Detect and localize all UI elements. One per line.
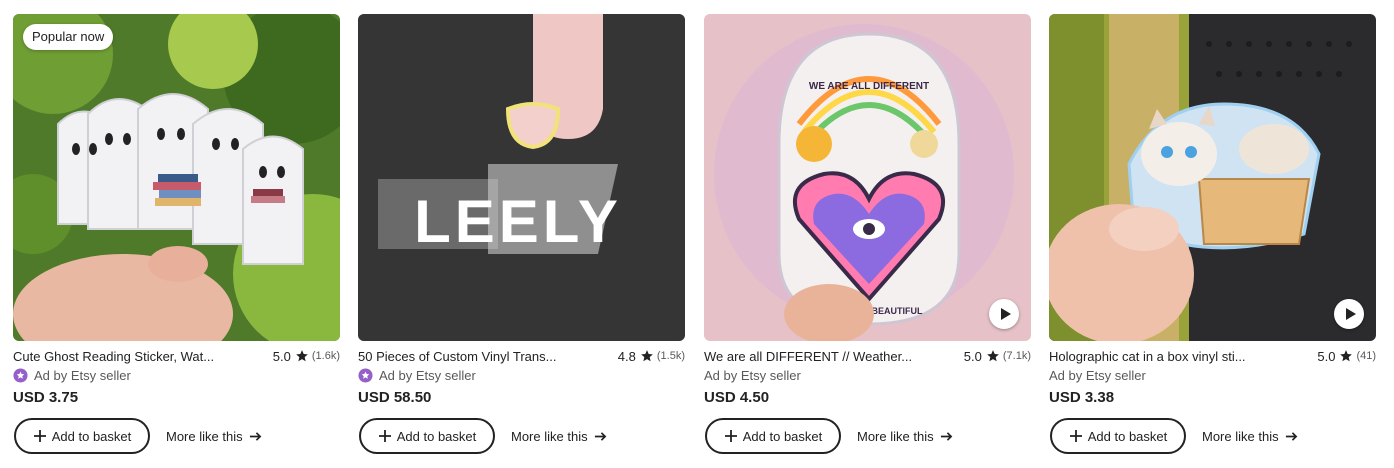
image-brand-text: LEELY <box>414 188 622 255</box>
title-rating-row: Holographic cat in a box vinyl sti... 5.… <box>1049 347 1376 365</box>
rating-value: 5.0 <box>1317 348 1336 364</box>
play-icon <box>1346 308 1356 320</box>
vinyl-transfer-photo: LEELY <box>358 14 685 341</box>
seller-label: Ad by Etsy seller <box>1049 367 1146 383</box>
listing-card[interactable]: LEELY 50 Pieces of Custom Vinyl Trans...… <box>358 14 685 464</box>
listing-title[interactable]: Cute Ghost Reading Sticker, Wat... <box>13 349 214 364</box>
plus-icon <box>1069 430 1082 442</box>
plus-icon <box>378 430 391 442</box>
listing-image[interactable] <box>1049 14 1376 341</box>
more-like-this-link[interactable]: More like this <box>511 426 607 446</box>
more-like-this-link[interactable]: More like this <box>1202 426 1298 446</box>
listing-image[interactable]: WE ARE ALL DIFFERENT AND THAT'S BEAUTIFU… <box>704 14 1031 341</box>
add-to-basket-label: Add to basket <box>1087 428 1168 444</box>
rating: 4.8 (1.5k) <box>618 349 685 364</box>
seller-label: Ad by Etsy seller <box>704 367 801 383</box>
add-to-basket-label: Add to basket <box>396 428 477 444</box>
rating: 5.0 (1.6k) <box>273 349 340 364</box>
seller-label: Ad by Etsy seller <box>34 367 131 383</box>
play-video-button[interactable] <box>989 299 1019 329</box>
review-count: (41) <box>1356 350 1376 362</box>
popular-now-badge: Popular now <box>23 24 114 50</box>
rating-value: 5.0 <box>963 348 982 364</box>
rating: 5.0 (7.1k) <box>964 349 1031 364</box>
title-rating-row: 50 Pieces of Custom Vinyl Trans... 4.8 (… <box>358 347 685 365</box>
ad-badge-icon <box>358 367 373 383</box>
title-rating-row: We are all DIFFERENT // Weather... 5.0 (… <box>704 347 1031 365</box>
listing-card[interactable]: Holographic cat in a box vinyl sti... 5.… <box>1049 14 1376 464</box>
review-count: (1.5k) <box>656 350 685 362</box>
arrow-right-icon <box>1285 431 1297 441</box>
title-rating-row: Cute Ghost Reading Sticker, Wat... 5.0 (… <box>13 347 340 365</box>
holographic-cat-photo <box>1049 14 1376 341</box>
review-count: (1.6k) <box>311 350 340 362</box>
star-icon <box>641 350 653 362</box>
ghost-sticker-photo <box>13 14 340 341</box>
arrow-right-icon <box>940 431 952 441</box>
plus-icon <box>33 430 46 442</box>
rating-value: 5.0 <box>272 348 291 364</box>
add-to-basket-button[interactable]: Add to basket <box>14 418 150 454</box>
plus-icon <box>724 430 737 442</box>
rating-value: 4.8 <box>617 348 636 364</box>
play-video-button[interactable] <box>1334 299 1364 329</box>
seller-line: Ad by Etsy seller <box>13 366 131 384</box>
star-icon <box>987 350 999 362</box>
more-like-this-link[interactable]: More like this <box>166 426 262 446</box>
seller-line: Ad by Etsy seller <box>1049 366 1146 384</box>
arrow-right-icon <box>249 431 261 441</box>
seller-label: Ad by Etsy seller <box>379 367 476 383</box>
listing-card[interactable]: WE ARE ALL DIFFERENT AND THAT'S BEAUTIFU… <box>704 14 1031 464</box>
seller-line: Ad by Etsy seller <box>704 366 801 384</box>
more-like-this-label: More like this <box>511 428 588 444</box>
add-to-basket-label: Add to basket <box>742 428 823 444</box>
listing-title[interactable]: 50 Pieces of Custom Vinyl Trans... <box>358 349 556 364</box>
more-like-this-label: More like this <box>857 428 934 444</box>
add-to-basket-button[interactable]: Add to basket <box>705 418 841 454</box>
different-sticker-photo: WE ARE ALL DIFFERENT AND THAT'S BEAUTIFU… <box>704 14 1031 341</box>
listing-card[interactable]: Popular now Cute Ghost Reading Sticker, … <box>13 14 340 464</box>
price: USD 58.50 <box>358 389 432 406</box>
listing-title[interactable]: We are all DIFFERENT // Weather... <box>704 349 912 364</box>
price: USD 3.75 <box>13 389 79 406</box>
listing-image[interactable]: LEELY <box>358 14 685 341</box>
arrow-right-icon <box>594 431 606 441</box>
star-icon <box>1340 350 1353 362</box>
rating: 5.0 (41) <box>1317 349 1376 364</box>
ad-badge-icon <box>13 367 28 383</box>
add-to-basket-button[interactable]: Add to basket <box>1050 418 1186 454</box>
listing-image[interactable]: Popular now <box>13 14 340 341</box>
add-to-basket-button[interactable]: Add to basket <box>359 418 495 454</box>
more-like-this-label: More like this <box>1202 428 1279 444</box>
more-like-this-label: More like this <box>166 428 243 444</box>
image-text-top: WE ARE ALL DIFFERENT <box>809 81 929 92</box>
add-to-basket-label: Add to basket <box>51 428 132 444</box>
price: USD 3.38 <box>1049 389 1115 406</box>
listing-grid: Popular now Cute Ghost Reading Sticker, … <box>0 0 1394 468</box>
review-count: (7.1k) <box>1002 350 1031 362</box>
seller-line: Ad by Etsy seller <box>358 366 476 384</box>
more-like-this-link[interactable]: More like this <box>857 426 953 446</box>
price: USD 4.50 <box>704 389 770 406</box>
play-icon <box>1001 308 1011 320</box>
star-icon <box>296 350 308 362</box>
listing-title[interactable]: Holographic cat in a box vinyl sti... <box>1049 349 1246 364</box>
